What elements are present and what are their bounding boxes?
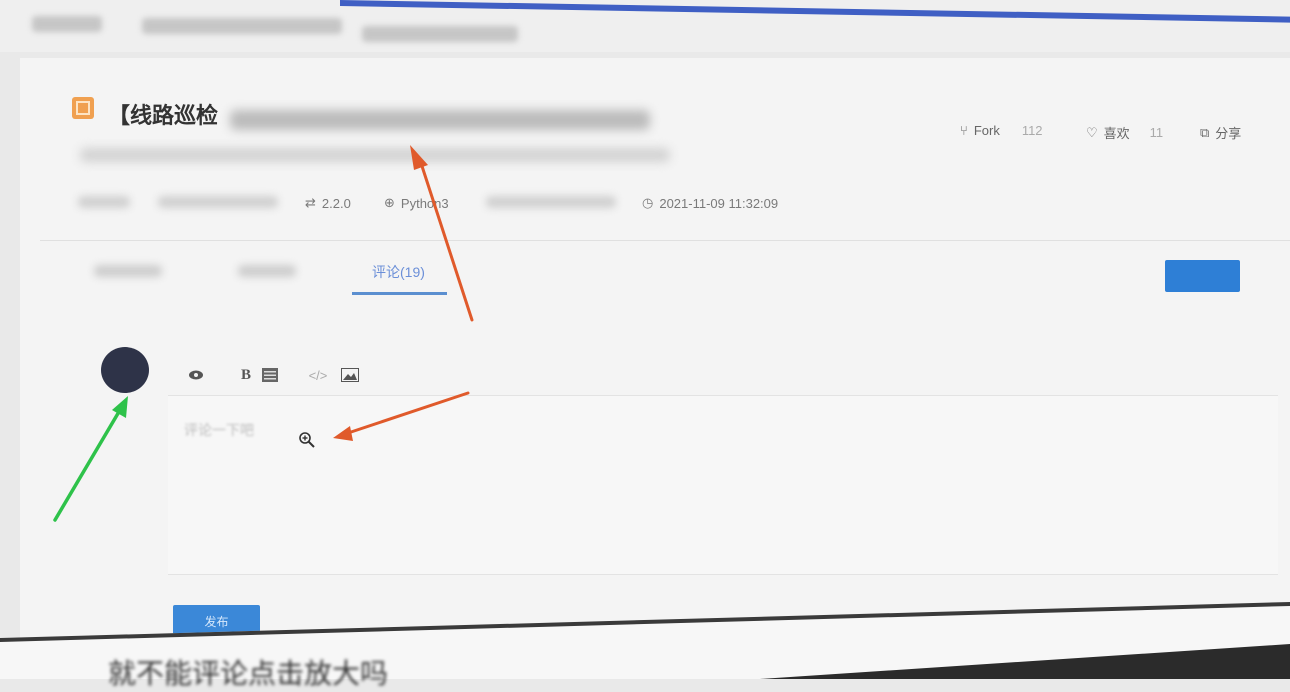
like-label: 喜欢 (1103, 126, 1130, 141)
nav-item-1[interactable] (32, 16, 102, 32)
top-right-action-button[interactable] (1165, 260, 1240, 292)
active-tab-indicator (352, 292, 447, 295)
editor-toolbar: B </> (185, 364, 361, 386)
project-icon (72, 97, 94, 119)
comment-placeholder: 评论一下吧 (184, 422, 254, 438)
version-value: 2.2.0 (321, 195, 351, 211)
timestamp-info: ◷ 2021-11-09 11:32:09 (642, 195, 778, 211)
globe-icon: ⊕ (384, 195, 395, 210)
photo-caption: 就不能评论点击放大吗 (108, 658, 389, 689)
fork-count: 112 (1021, 123, 1043, 138)
avatar (101, 347, 149, 393)
bold-icon[interactable]: B (235, 364, 257, 386)
meta-blurred-3 (486, 196, 616, 208)
accent-strip (340, 0, 1290, 23)
nav-item-3[interactable] (362, 26, 518, 42)
fork-icon: ⑂ (960, 123, 968, 138)
fork-button[interactable]: ⑂ Fork 112 (960, 123, 1043, 138)
version-icon: ⇄ (305, 195, 316, 210)
like-button[interactable]: ♡ 喜欢 11 (1086, 123, 1163, 142)
share-button[interactable]: ⧉ 分享 (1200, 123, 1241, 142)
list-icon[interactable] (259, 364, 281, 386)
comment-editor[interactable]: 评论一下吧 (168, 395, 1278, 575)
like-count: 11 (1149, 125, 1164, 140)
language-value: Python3 (400, 195, 449, 211)
share-icon: ⧉ (1200, 124, 1210, 140)
nav-item-2[interactable] (142, 18, 342, 34)
project-title: 【线路巡检 (108, 103, 219, 128)
eye-icon[interactable] (185, 364, 207, 386)
top-navigation-bar (0, 0, 1290, 52)
meta-blurred-2 (158, 196, 278, 208)
heart-icon: ♡ (1086, 124, 1098, 140)
clock-icon: ◷ (642, 195, 654, 210)
language-info: ⊕ Python3 (384, 195, 449, 211)
project-description-blurred (80, 148, 670, 162)
code-icon[interactable]: </> (307, 364, 329, 386)
tab-1[interactable] (94, 265, 162, 277)
meta-blurred-1 (78, 196, 130, 208)
image-icon[interactable] (339, 364, 361, 386)
timestamp-value: 2021-11-09 11:32:09 (659, 195, 779, 211)
project-title-blurred (230, 110, 650, 130)
zoom-in-cursor-icon (299, 432, 315, 448)
version-info: ⇄ 2.2.0 (305, 195, 351, 211)
tab-comments[interactable]: 评论(19) (372, 262, 425, 282)
divider (40, 240, 1290, 241)
tab-2[interactable] (238, 265, 296, 277)
share-label: 分享 (1215, 126, 1242, 141)
fork-label: Fork (973, 123, 1000, 138)
